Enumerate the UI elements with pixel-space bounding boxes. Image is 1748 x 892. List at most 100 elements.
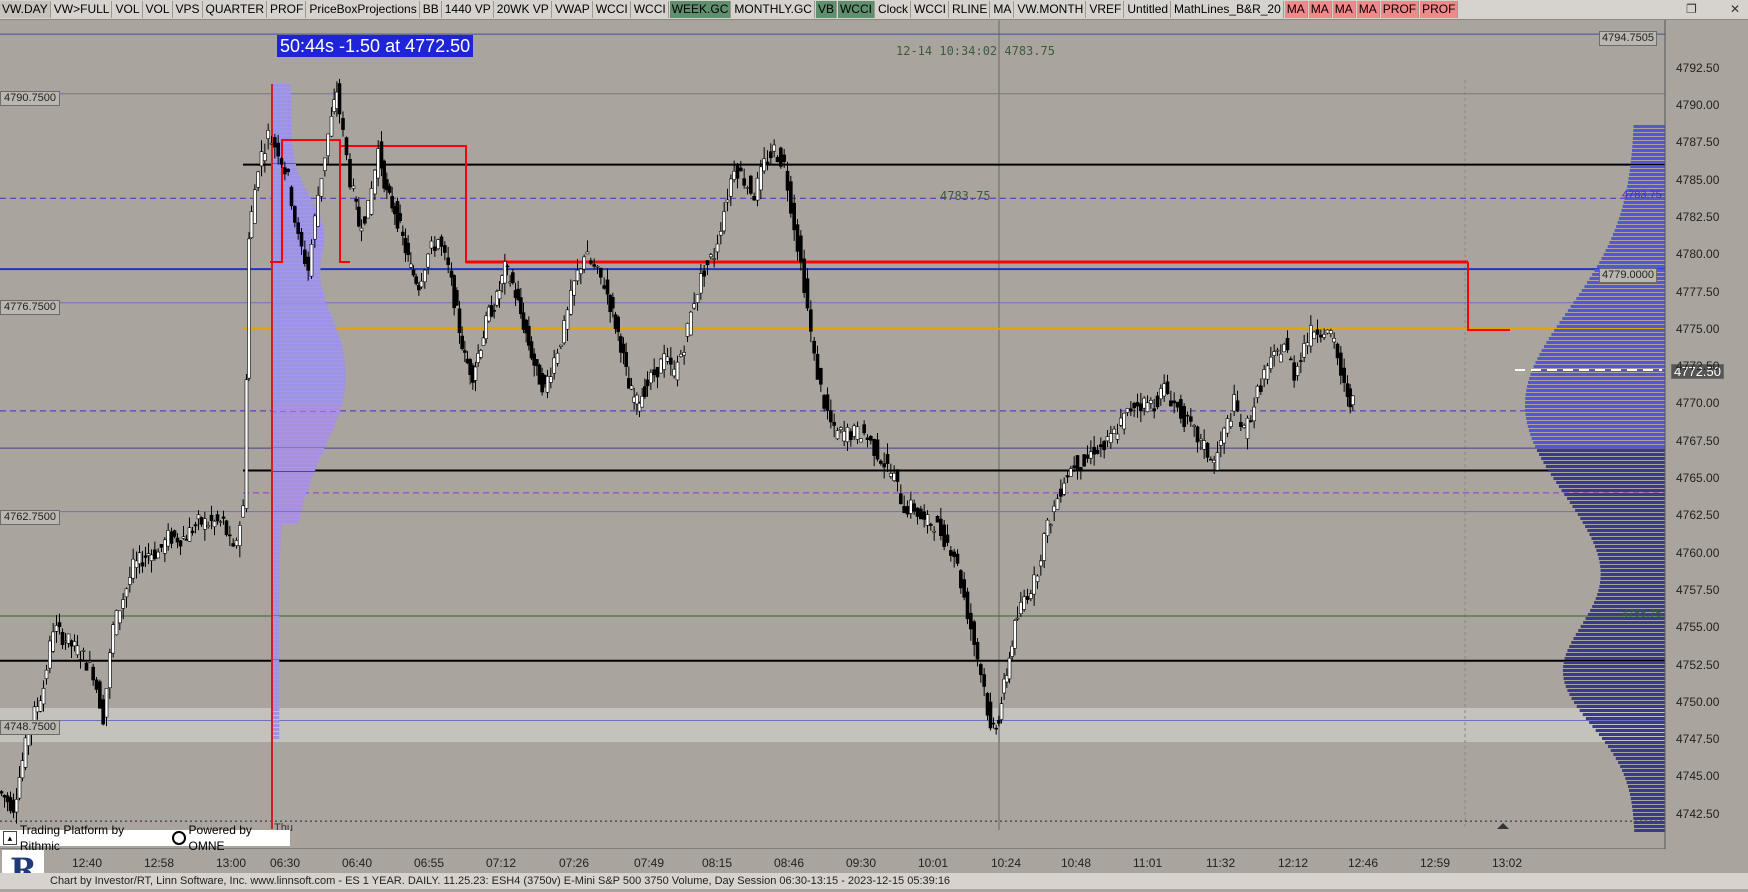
toolbar-button[interactable]: VB: [815, 1, 837, 18]
toolbar-button[interactable]: VOL: [113, 1, 143, 18]
candle-body: [762, 158, 766, 172]
profile-bar: [273, 540, 281, 543]
profile-bar: [1598, 589, 1665, 592]
profile-bar: [1628, 789, 1665, 792]
toolbar-button[interactable]: Untitled: [1125, 1, 1172, 18]
toolbar-button[interactable]: MA: [1356, 1, 1380, 18]
profile-bar: [1525, 397, 1665, 400]
toolbar-button[interactable]: PriceBoxProjections: [307, 1, 420, 18]
toolbar-button[interactable]: MA: [1308, 1, 1332, 18]
profile-bar: [273, 572, 280, 575]
profile-bar: [1567, 649, 1665, 652]
candle-body: [75, 645, 80, 656]
toolbar-button[interactable]: 20WK VP: [495, 1, 552, 18]
candle-body: [98, 681, 102, 709]
profile-bar: [1564, 681, 1665, 684]
price-chart[interactable]: [0, 20, 1748, 849]
candle-body: [679, 353, 683, 357]
toolbar-button[interactable]: PROF: [268, 1, 307, 18]
candle-body: [616, 316, 620, 333]
candle-body: [419, 280, 424, 288]
toolbar-button[interactable]: WCCI: [632, 1, 669, 18]
candle-body: [78, 659, 83, 661]
profile-bar: [1633, 821, 1665, 824]
expand-icon[interactable]: ▴: [3, 831, 17, 845]
profile-bar: [1530, 373, 1665, 376]
candle-body: [1089, 451, 1093, 459]
profile-bar: [273, 336, 340, 339]
profile-bar: [273, 184, 305, 187]
toolbar-button[interactable]: MONTHLY.GC: [732, 1, 815, 18]
toolbar-button[interactable]: VPS: [174, 1, 203, 18]
toolbar-button[interactable]: 1440 VP: [443, 1, 494, 18]
restore-icon[interactable]: ❐: [1686, 0, 1697, 18]
candle-body: [196, 514, 201, 520]
profile-bar: [1613, 233, 1665, 236]
candle-body: [406, 242, 410, 256]
candle-body: [84, 662, 89, 671]
profile-bar: [273, 468, 316, 471]
profile-bar: [273, 308, 329, 311]
candle-body: [1222, 427, 1226, 444]
toolbar-button[interactable]: Clock: [876, 1, 911, 18]
candle-body: [1032, 574, 1036, 595]
profile-bar: [273, 92, 292, 95]
toolbar-button[interactable]: VW>FULL: [52, 1, 113, 18]
candle-body: [166, 530, 170, 547]
toolbar-button[interactable]: QUARTER: [204, 1, 267, 18]
toolbar-button[interactable]: MathLines_B&R_20: [1172, 1, 1284, 18]
candle-body: [11, 799, 16, 813]
candle-body: [595, 265, 600, 268]
toolbar-button[interactable]: VWAP: [553, 1, 593, 18]
profile-bar: [1582, 521, 1665, 524]
toolbar-button[interactable]: VW.DAY: [0, 1, 51, 18]
candle-body: [552, 357, 556, 374]
toolbar-button[interactable]: PROF: [1420, 1, 1459, 18]
candle-body: [795, 224, 800, 252]
profile-bar: [1563, 661, 1665, 664]
profile-bar: [1627, 185, 1665, 188]
toolbar-button[interactable]: WCCI: [912, 1, 949, 18]
candle-body: [819, 367, 823, 385]
toolbar-button[interactable]: PROF: [1380, 1, 1420, 18]
close-icon[interactable]: ✕: [1730, 0, 1740, 18]
candle-body: [140, 562, 145, 567]
candle-body: [799, 235, 803, 263]
toolbar-button[interactable]: WEEK.GC: [669, 1, 732, 18]
profile-bar: [1564, 493, 1665, 496]
candle-body: [929, 523, 933, 526]
candle-body: [184, 539, 189, 541]
candle-body: [1142, 397, 1146, 409]
candle-body: [41, 688, 46, 705]
candle-body: [592, 264, 596, 267]
profile-bar: [1630, 797, 1665, 800]
profile-bar: [1575, 509, 1665, 512]
toolbar-button[interactable]: WCCI: [594, 1, 631, 18]
profile-bar: [1563, 673, 1665, 676]
toolbar-button[interactable]: MA: [1284, 1, 1308, 18]
profile-bar: [273, 632, 280, 635]
candle-body: [111, 624, 115, 654]
profile-bar: [1594, 545, 1665, 548]
profile-bar: [273, 724, 280, 727]
toolbar-button[interactable]: VOL: [144, 1, 173, 18]
toolbar-button[interactable]: MA: [991, 1, 1015, 18]
toolbar-button[interactable]: VW.MONTH: [1015, 1, 1087, 18]
candle-body: [326, 133, 330, 157]
toolbar-button[interactable]: MA: [1332, 1, 1356, 18]
toolbar-button[interactable]: VREF: [1087, 1, 1125, 18]
toolbar-button[interactable]: BB: [421, 1, 442, 18]
candle-body: [665, 356, 670, 362]
profile-bar: [273, 108, 292, 111]
profile-bar: [273, 444, 326, 447]
candle-body: [782, 154, 786, 163]
candle-body: [925, 514, 930, 526]
toolbar-button[interactable]: RLINE: [950, 1, 991, 18]
profile-bar: [1582, 713, 1665, 716]
profile-bar: [1563, 665, 1665, 668]
toolbar-button[interactable]: WCCI: [837, 1, 875, 18]
candle-body: [1322, 334, 1326, 338]
profile-bar: [273, 560, 281, 563]
profile-bar: [1600, 569, 1665, 572]
profile-bar: [273, 120, 292, 123]
